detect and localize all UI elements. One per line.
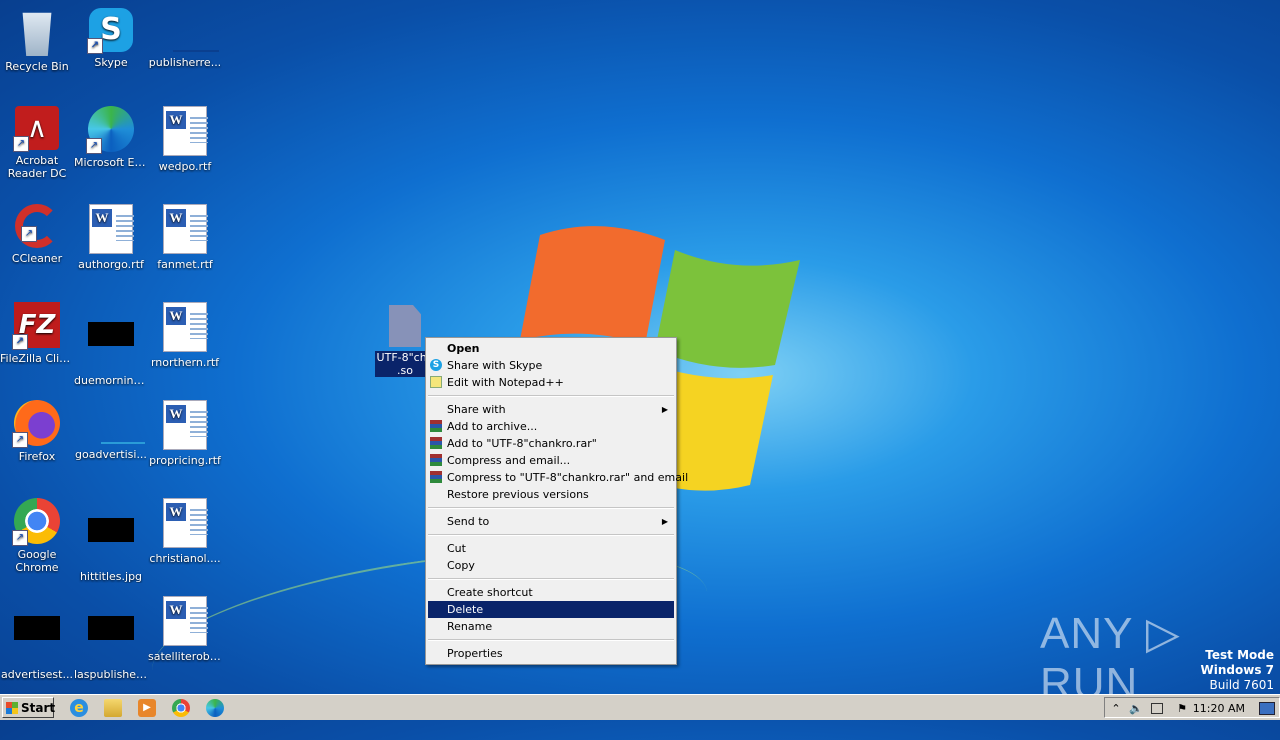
desktop-icon-advertisest[interactable]: advertisest... [0, 596, 74, 681]
recycle-bin-icon [22, 12, 52, 56]
menu-item-add-archive[interactable]: Add to archive... [426, 418, 676, 435]
edge-icon[interactable] [206, 699, 224, 717]
show-desktop-icon[interactable] [1259, 702, 1275, 715]
desktop-icon-acrobat[interactable]: ∧ ↗ Acrobat Reader DC [0, 106, 74, 180]
desktop-icon-firefox[interactable]: ↗ Firefox [0, 400, 74, 463]
chrome-icon[interactable] [172, 699, 190, 717]
black-thumb-icon [87, 518, 135, 566]
desktop-icon-goadvertisi[interactable]: goadvertisi... [74, 400, 148, 461]
volume-icon[interactable]: 🔈 [1129, 702, 1143, 715]
menu-item-share-with[interactable]: Share with ▶ [426, 401, 676, 418]
filezilla-icon: FZ ↗ [12, 302, 60, 350]
desktop-icon-ccleaner[interactable]: ↗ CCleaner [0, 204, 74, 265]
word-doc-icon: W [163, 498, 208, 548]
desktop-icon-christianol[interactable]: W christianol.... [148, 498, 222, 565]
black-thumb-icon [13, 616, 61, 664]
menu-separator [428, 534, 674, 536]
black-thumb-icon [87, 322, 135, 370]
word-doc-icon: W [163, 106, 208, 156]
blank-file-icon [161, 8, 219, 52]
shortcut-arrow-icon: ↗ [21, 226, 37, 242]
system-tray: ⌃ 🔈 ⚑ 11:20 AM [1104, 697, 1280, 718]
skype-icon: S [430, 359, 442, 371]
desktop-icon-duemorning[interactable]: duemorning.... [74, 302, 148, 387]
menu-item-delete[interactable]: Delete [428, 601, 674, 618]
submenu-arrow-icon: ▶ [661, 405, 668, 414]
submenu-arrow-icon: ▶ [661, 517, 668, 526]
desktop-icon-filezilla[interactable]: FZ ↗ FileZilla Client [0, 302, 74, 365]
word-doc-icon: W [163, 400, 208, 450]
show-hidden-icons-icon[interactable]: ⌃ [1109, 702, 1123, 715]
menu-item-add-rar[interactable]: Add to "UTF-8"chankro.rar" [426, 435, 676, 452]
shortcut-arrow-icon: ↗ [12, 334, 28, 350]
menu-item-create-shortcut[interactable]: Create shortcut [426, 584, 676, 601]
desktop-icon-satelliterobe[interactable]: W satelliterobe... [148, 596, 222, 663]
black-thumb-icon [87, 616, 135, 664]
word-doc-icon: W [163, 204, 208, 254]
menu-item-send-to[interactable]: Send to ▶ [426, 513, 676, 530]
desktop-icon-publisherre[interactable]: publisherre... [148, 8, 222, 69]
shortcut-arrow-icon: ↗ [12, 432, 28, 448]
desktop-icon-wedpo[interactable]: W wedpo.rtf [148, 106, 222, 173]
menu-separator [428, 639, 674, 641]
winrar-icon [430, 420, 442, 432]
menu-separator [428, 578, 674, 580]
desktop-icon-laspublished[interactable]: laspublished... [74, 596, 148, 681]
menu-separator [428, 395, 674, 397]
winrar-icon [430, 437, 442, 449]
shortcut-arrow-icon: ↗ [86, 138, 102, 154]
desktop-icon-skype[interactable]: S ↗ Skype [74, 8, 148, 69]
desktop-icon-chrome[interactable]: ↗ Google Chrome [0, 498, 74, 574]
network-icon[interactable] [1151, 703, 1163, 714]
winrar-icon [430, 454, 442, 466]
desktop-icon-authorgo[interactable]: W authorgo.rtf [74, 204, 148, 271]
word-doc-icon: W [89, 204, 134, 254]
word-doc-icon: W [163, 302, 208, 352]
skype-icon: S ↗ [87, 8, 133, 54]
desktop-icon-propricing[interactable]: W propricing.rtf [148, 400, 222, 467]
internet-explorer-icon[interactable]: e [70, 699, 88, 717]
action-center-flag-icon[interactable]: ⚑ [1175, 702, 1189, 715]
explorer-icon[interactable] [104, 699, 122, 717]
chrome-icon: ↗ [12, 498, 60, 546]
desktop-icon-fanmet[interactable]: W fanmet.rtf [148, 204, 222, 271]
menu-separator [428, 507, 674, 509]
menu-item-edit-notepadpp[interactable]: Edit with Notepad++ [426, 374, 676, 391]
menu-item-restore-versions[interactable]: Restore previous versions [426, 486, 676, 503]
test-mode-text: Test Mode Windows 7 Build 7601 [1200, 648, 1274, 692]
desktop-icon-recycle-bin[interactable]: Recycle Bin [0, 8, 74, 73]
acrobat-icon: ∧ ↗ [13, 106, 59, 152]
word-doc-icon: W [163, 596, 208, 646]
clock[interactable]: 11:20 AM [1193, 702, 1245, 715]
menu-item-share-skype[interactable]: S Share with Skype [426, 357, 676, 374]
menu-item-cut[interactable]: Cut [426, 540, 676, 557]
desktop-icon-hittitles[interactable]: hittitles.jpg [74, 498, 148, 583]
context-menu: Open S Share with Skype Edit with Notepad… [425, 337, 688, 665]
desktop-icon-edge[interactable]: ↗ Microsoft Edge [74, 106, 148, 169]
menu-item-compress-email[interactable]: Compress and email... [426, 452, 676, 469]
start-button[interactable]: Start [2, 697, 55, 718]
shortcut-arrow-icon: ↗ [87, 38, 103, 54]
generic-file-icon [389, 305, 421, 347]
taskbar: Start e ▶ ⌃ 🔈 ⚑ 11:20 AM [0, 694, 1280, 720]
media-player-icon[interactable]: ▶ [138, 699, 156, 717]
shortcut-arrow-icon: ↗ [13, 136, 29, 152]
menu-item-copy[interactable]: Copy [426, 557, 676, 574]
menu-item-properties[interactable]: Properties [426, 645, 676, 662]
menu-item-open[interactable]: Open [426, 340, 676, 357]
ccleaner-icon: ↗ [15, 204, 59, 248]
winrar-icon [430, 471, 442, 483]
desktop-icon-rnorthern[interactable]: W rnorthern.rtf [148, 302, 222, 369]
shortcut-arrow-icon: ↗ [12, 530, 28, 546]
windows-logo-icon [6, 702, 18, 714]
blank-file-icon [87, 400, 145, 444]
edge-icon: ↗ [86, 106, 134, 154]
notepadpp-icon [430, 376, 442, 388]
firefox-icon: ↗ [12, 400, 60, 448]
menu-item-rename[interactable]: Rename [426, 618, 676, 635]
menu-item-compress-rar-email[interactable]: Compress to "UTF-8"chankro.rar" and emai… [426, 469, 688, 486]
